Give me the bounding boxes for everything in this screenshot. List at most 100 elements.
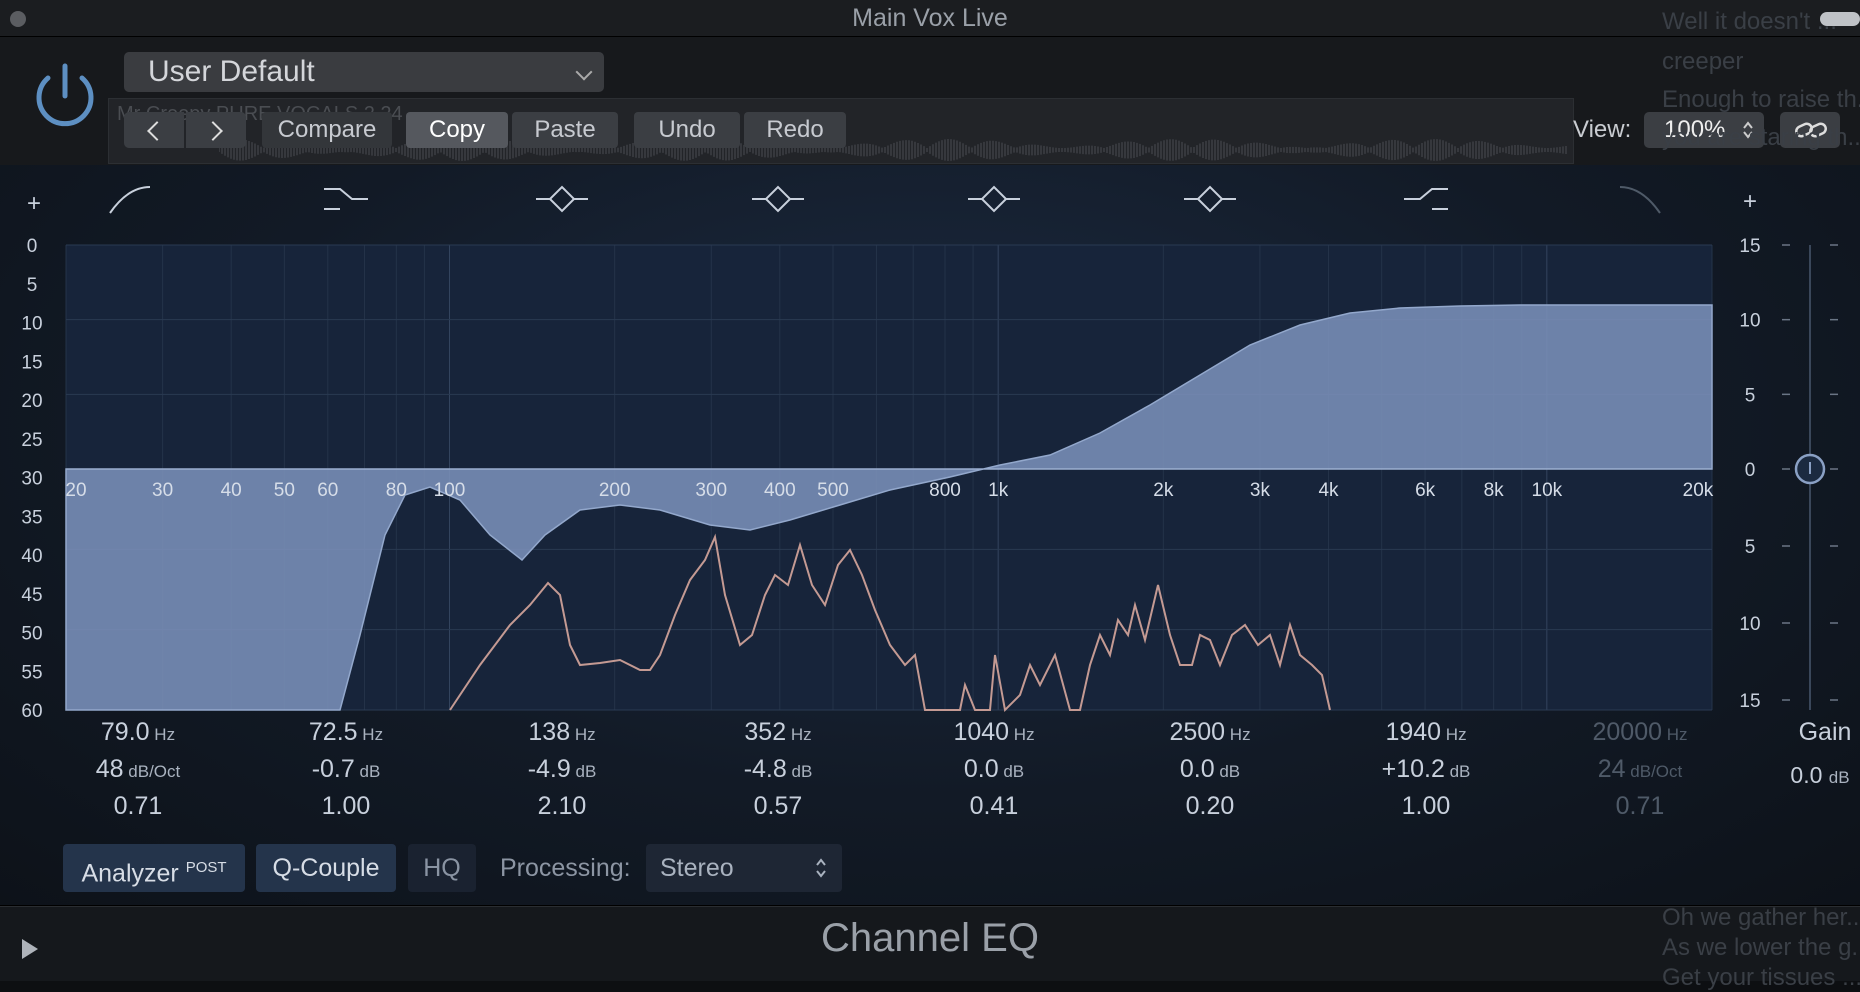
processing-select[interactable]: Stereo (646, 844, 842, 892)
band-gain[interactable]: -0.7 dB (271, 755, 421, 784)
band-q[interactable]: 1.00 (271, 792, 421, 821)
lyric-line: Enough to raise th... (1662, 86, 1860, 113)
band-gain[interactable]: 24 dB/Oct (1565, 755, 1715, 784)
processing-value: Stereo (660, 854, 734, 882)
analyzer-scale-label: 30 (21, 469, 42, 490)
band-q[interactable]: 2.10 (487, 792, 637, 821)
analyzer-scale-label: 0 (27, 236, 38, 257)
chevron-left-icon (147, 121, 167, 141)
gain-label: Gain (1798, 718, 1852, 746)
power-button[interactable] (26, 56, 104, 134)
next-preset-button[interactable] (186, 112, 246, 148)
band-gain[interactable]: 48 dB/Oct (63, 755, 213, 784)
analyzer-scale-label: 60 (21, 701, 42, 722)
plus-icon[interactable]: + (27, 190, 41, 217)
view-label: View: (1573, 116, 1632, 143)
band-q[interactable]: 0.57 (703, 792, 853, 821)
freq-label: 10k (1532, 480, 1563, 501)
high-cut-icon[interactable] (1619, 186, 1661, 214)
q-couple-button[interactable]: Q-Couple (256, 844, 396, 892)
lyric-line: Oh we gather her... (1662, 904, 1860, 931)
band-gain[interactable]: 0.0 dB (1135, 755, 1285, 784)
band-frequency[interactable]: 352 Hz (703, 718, 853, 747)
low-shelf-icon[interactable] (324, 188, 368, 210)
analyzer-scale-label: 55 (21, 662, 42, 683)
band-q[interactable]: 0.71 (1565, 792, 1715, 821)
freq-label: 300 (695, 480, 727, 501)
chevron-right-icon (203, 121, 223, 141)
copy-button[interactable]: Copy (406, 112, 508, 148)
band-frequency[interactable]: 138 Hz (487, 718, 637, 747)
plus-icon[interactable]: + (1743, 188, 1757, 215)
freq-label: 400 (764, 480, 796, 501)
analyzer-button[interactable]: Analyzer POST (63, 844, 245, 892)
paste-button[interactable]: Paste (512, 112, 618, 148)
lyric-line: Well it doesn't ... (1662, 8, 1837, 35)
gain-scale-label: 0 (1745, 460, 1756, 481)
power-icon (36, 63, 94, 127)
gain-scale-label: 5 (1745, 537, 1756, 558)
freq-label: 4k (1318, 480, 1339, 501)
gain-scale-label: 5 (1745, 385, 1756, 406)
hq-button[interactable]: HQ (408, 844, 476, 892)
chevron-down-icon (575, 63, 593, 81)
preset-dropdown[interactable]: User Default (124, 52, 604, 92)
freq-label: 20k (1683, 480, 1714, 501)
previous-preset-button[interactable] (124, 112, 184, 148)
analyzer-scale-label: 35 (21, 507, 42, 528)
preset-name: User Default (148, 55, 315, 88)
redo-button[interactable]: Redo (744, 112, 846, 148)
lyric-line: As we lower the g... (1662, 934, 1860, 961)
band-frequency[interactable]: 20000 Hz (1565, 718, 1715, 747)
band-frequency[interactable]: 72.5 Hz (271, 718, 421, 747)
analyzer-scale-label: 45 (21, 585, 42, 606)
eq-graph[interactable]: 20 30 40 50 60 80 100 200 300 400 500 800 1k 2k 3k 4k 6k… (0, 165, 1860, 725)
high-shelf-icon[interactable] (1404, 188, 1448, 210)
bell-icon[interactable] (752, 185, 804, 213)
plugin-footer: Channel EQ Oh we gather her... As we low… (0, 904, 1860, 991)
window-title: Main Vox Live (852, 4, 1008, 32)
title-bar: Main Vox Live (0, 0, 1860, 37)
freq-label: 500 (817, 480, 849, 501)
lyric-line: Get your tissues ... (1662, 964, 1860, 991)
processing-label: Processing: (500, 854, 631, 882)
gain-scale-label: 15 (1739, 236, 1760, 257)
band-q[interactable]: 0.41 (919, 792, 1069, 821)
bell-icon[interactable] (536, 185, 588, 213)
freq-label: 40 (221, 480, 242, 501)
band-gain[interactable]: -4.9 dB (487, 755, 637, 784)
gain-scale-label: 10 (1739, 614, 1760, 635)
band-gain[interactable]: +10.2 dB (1351, 755, 1501, 784)
stepper-arrows-icon (816, 858, 826, 878)
band-frequency[interactable]: 2500 Hz (1135, 718, 1285, 747)
plugin-name: Channel EQ (821, 916, 1039, 960)
analyzer-scale-label: 5 (27, 275, 38, 296)
analyzer-scale-label: 20 (21, 391, 42, 412)
lyric-line: creeper (1662, 48, 1744, 75)
band-gain[interactable]: -4.8 dB (703, 755, 853, 784)
freq-label: 60 (317, 480, 338, 501)
compare-button[interactable]: Compare (262, 112, 392, 148)
lyric-line: you are staring th... (1662, 124, 1860, 151)
band-frequency[interactable]: 79.0 Hz (63, 718, 213, 747)
undo-button[interactable]: Undo (634, 112, 740, 148)
gain-scale-label: 10 (1739, 311, 1760, 332)
gain-value[interactable]: 0.0 dB (1765, 762, 1860, 789)
band-q[interactable]: 0.71 (63, 792, 213, 821)
bell-icon[interactable] (968, 185, 1020, 213)
freq-label: 800 (929, 480, 961, 501)
band-q[interactable]: 1.00 (1351, 792, 1501, 821)
freq-label: 30 (152, 480, 173, 501)
analyzer-scale-label: 25 (21, 430, 42, 451)
band-frequency[interactable]: 1040 Hz (919, 718, 1069, 747)
analyzer-scale-label: 10 (21, 314, 42, 335)
band-q[interactable]: 0.20 (1135, 792, 1285, 821)
freq-label: 80 (386, 480, 407, 501)
bell-icon[interactable] (1184, 185, 1236, 213)
freq-label: 1k (988, 480, 1009, 501)
band-frequency[interactable]: 1940 Hz (1351, 718, 1501, 747)
low-cut-icon[interactable] (109, 186, 151, 214)
gain-scale-label: 15 (1739, 691, 1760, 712)
freq-label: 20 (65, 480, 86, 501)
band-gain[interactable]: 0.0 dB (919, 755, 1069, 784)
